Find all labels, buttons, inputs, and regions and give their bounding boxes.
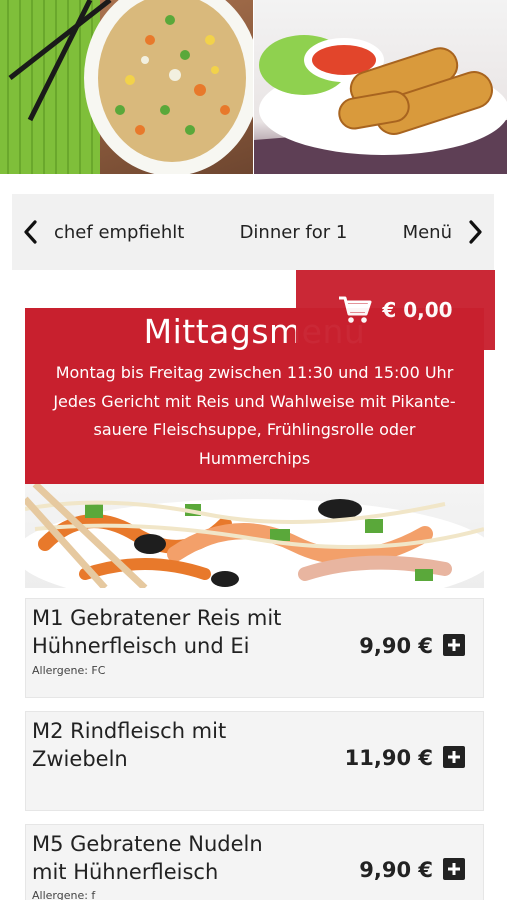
nav-next-button[interactable]: [458, 194, 494, 270]
plus-icon: [448, 751, 460, 763]
hero-images: [0, 0, 507, 174]
spring-rolls-illustration: [254, 35, 507, 174]
chevron-left-icon: [24, 220, 37, 244]
section-desc-line: Jedes Gericht mit Reis und Wahlweise mit…: [53, 391, 456, 411]
section-description: Montag bis Freitag zwischen 11:30 und 15…: [25, 359, 484, 473]
add-to-cart-button[interactable]: [443, 634, 465, 656]
menu-item-name-line: mit Hühnerfleisch: [32, 860, 219, 884]
category-dinner-for-1[interactable]: Dinner for 1: [240, 222, 348, 243]
menu-item-price: 11,90 €: [344, 746, 433, 770]
menu-item[interactable]: M2 Rindfleisch mit Zwiebeln 11,90 €: [25, 711, 484, 811]
menu-item-price: 9,90 €: [359, 858, 433, 882]
menu-item-name-line: M2 Rindfleisch mit: [32, 719, 227, 743]
menu-item-allergen: Allergene: f: [32, 889, 96, 900]
menu-item-name-line: M1 Gebratener Reis mit: [32, 606, 282, 630]
add-to-cart-button[interactable]: [443, 858, 465, 880]
menu-item-name-line: Hühnerfleisch und Ei: [32, 634, 250, 658]
section-desc-line: sauere Fleischsuppe, Frühlingsrolle oder: [93, 420, 416, 439]
menu-item-name: M2 Rindfleisch mit Zwiebeln: [32, 717, 322, 773]
menu-item[interactable]: M5 Gebratene Nudeln mit Hühnerfleisch Al…: [25, 824, 484, 900]
category-menu[interactable]: Menü: [403, 222, 452, 243]
add-to-cart-button[interactable]: [443, 746, 465, 768]
section-desc-line: Hummerchips: [198, 448, 311, 468]
plus-icon: [448, 863, 460, 875]
fried-rice-illustration: [0, 0, 253, 174]
menu-item-name: M5 Gebratene Nudeln mit Hühnerfleisch: [32, 830, 322, 886]
stir-fry-illustration: [25, 484, 484, 588]
menu-item-name-line: Zwiebeln: [32, 747, 128, 771]
category-chef-empfiehlt[interactable]: chef empfiehlt: [54, 222, 184, 243]
cart-button[interactable]: € 0,00: [296, 270, 495, 350]
menu-item-name: M1 Gebratener Reis mit Hühnerfleisch und…: [32, 604, 322, 660]
menu-item-price: 9,90 €: [359, 634, 433, 658]
section-desc-line: Montag bis Freitag zwischen 11:30 und 15…: [55, 363, 454, 382]
category-nav: chef empfiehlt Dinner for 1 Menü: [12, 194, 494, 270]
cart-total: € 0,00: [382, 298, 453, 322]
menu-item-name-line: M5 Gebratene Nudeln: [32, 832, 263, 856]
menu-item[interactable]: M1 Gebratener Reis mit Hühnerfleisch und…: [25, 598, 484, 698]
menu-item-allergen: Allergene: FC: [32, 664, 106, 677]
category-list: chef empfiehlt Dinner for 1 Menü: [48, 222, 458, 243]
nav-prev-button[interactable]: [12, 194, 48, 270]
fried-rice-image: [0, 0, 253, 174]
chevron-right-icon: [469, 220, 482, 244]
spring-rolls-image: [254, 0, 507, 174]
plus-icon: [448, 639, 460, 651]
cart-icon: [339, 296, 372, 323]
section-banner-image: [25, 484, 484, 588]
